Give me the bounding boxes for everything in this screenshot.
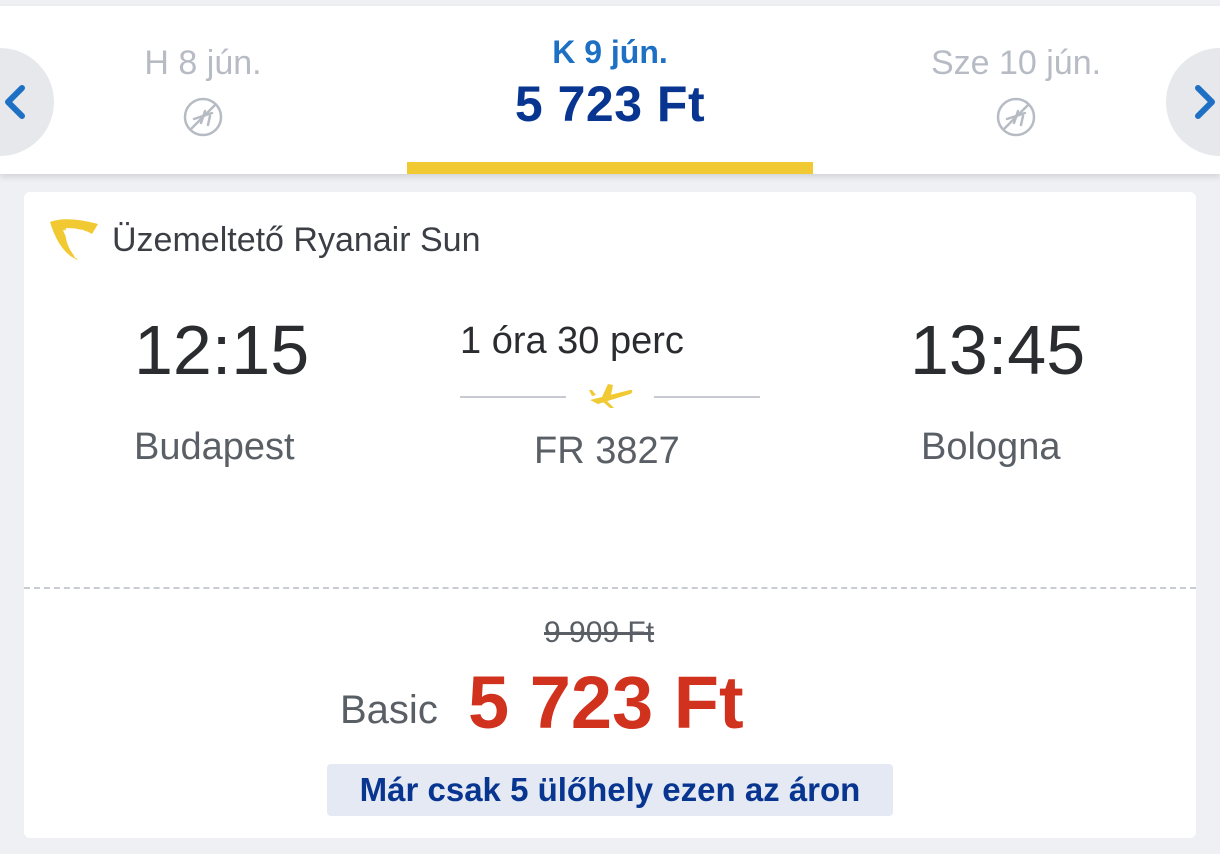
date-label: K 9 jún.	[552, 34, 668, 70]
chevron-left-icon	[5, 85, 25, 119]
arrival-city: Bologna	[921, 426, 1061, 468]
route-line-right	[654, 396, 760, 398]
selected-indicator	[407, 162, 813, 174]
dashed-divider	[24, 587, 1196, 589]
date-option-prev[interactable]: H 8 jún.	[100, 6, 306, 174]
flight-number: FR 3827	[534, 430, 680, 472]
departure-time: 12:15	[134, 311, 310, 389]
flight-card[interactable]: Üzemeltető Ryanair Sun 12:15 Budapest 1 …	[24, 192, 1196, 838]
previous-date-button[interactable]	[0, 48, 54, 156]
date-label: H 8 jún.	[144, 44, 262, 82]
departure-city: Budapest	[134, 426, 295, 468]
route-line-left	[460, 396, 566, 398]
no-flights-icon	[183, 97, 223, 137]
date-selector: H 8 jún. K 9 jún. 5 723 Ft Sze 10 jún.	[0, 6, 1220, 174]
fare-price: 5 723 Ft	[468, 661, 744, 744]
airplane-icon	[589, 384, 633, 408]
chevron-right-icon	[1195, 85, 1215, 119]
flight-duration: 1 óra 30 perc	[460, 320, 684, 362]
original-price: 9 909 Ft	[544, 616, 655, 649]
operator-info: Üzemeltető Ryanair Sun	[46, 212, 481, 268]
no-flights-icon	[996, 97, 1036, 137]
date-price: 5 723 Ft	[514, 76, 706, 132]
ryanair-harp-logo-icon	[50, 219, 98, 260]
seats-left-badge: Már csak 5 ülőhely ezen az áron	[327, 764, 893, 816]
arrival-time: 13:45	[910, 311, 1086, 389]
next-date-button[interactable]	[1166, 48, 1220, 156]
date-label: Sze 10 jún.	[930, 44, 1102, 82]
date-option-selected[interactable]: K 9 jún. 5 723 Ft	[407, 6, 813, 174]
date-option-next[interactable]: Sze 10 jún.	[910, 6, 1122, 174]
operator-name: Üzemeltető Ryanair Sun	[112, 220, 481, 259]
fare-type: Basic	[340, 688, 438, 732]
